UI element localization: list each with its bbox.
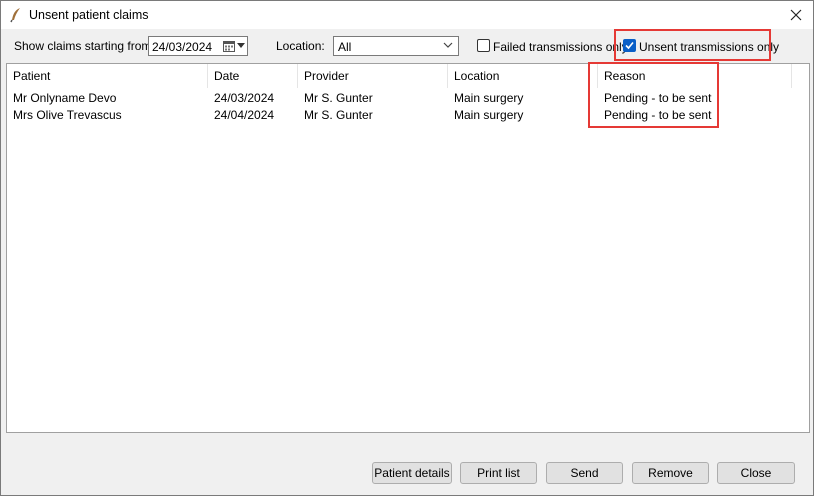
date-dropdown-arrow-icon[interactable] [237, 43, 245, 48]
quill-icon [9, 7, 23, 23]
start-date-picker[interactable]: 24/03/2024 [148, 36, 248, 56]
date-cell: 24/03/2024 [214, 91, 275, 105]
close-icon [790, 9, 802, 21]
date-cell: 24/04/2024 [214, 108, 275, 122]
unsent-claims-window: Unsent patient claims Show claims starti… [0, 0, 814, 496]
table-row[interactable]: Mr Onlyname Devo 24/03/2024 Mr S. Gunter… [7, 90, 809, 107]
send-button[interactable]: Send [546, 462, 623, 484]
title-bar: Unsent patient claims [1, 1, 813, 29]
reason-cell: Pending - to be sent [604, 91, 712, 105]
chevron-down-icon [443, 42, 453, 48]
window-title: Unsent patient claims [29, 8, 149, 22]
reason-cell: Pending - to be sent [604, 108, 712, 122]
table-header: Patient Date Provider Location Reason [7, 64, 809, 88]
close-window-button[interactable] [779, 1, 813, 29]
filter-toolbar: Show claims starting from: 24/03/2024 Lo… [1, 29, 813, 63]
patient-details-button[interactable]: Patient details [372, 462, 452, 484]
start-date-value: 24/03/2024 [152, 40, 213, 54]
location-select[interactable]: All [333, 36, 459, 56]
column-header-provider[interactable]: Provider [298, 64, 448, 88]
provider-cell: Mr S. Gunter [304, 108, 373, 122]
remove-button[interactable]: Remove [632, 462, 709, 484]
table-row[interactable]: Mrs Olive Trevascus 24/04/2024 Mr S. Gun… [7, 107, 809, 124]
column-header-patient[interactable]: Patient [7, 64, 208, 88]
column-header-location[interactable]: Location [448, 64, 598, 88]
column-header-date[interactable]: Date [208, 64, 298, 88]
location-label: Location: [276, 39, 325, 53]
calendar-icon[interactable] [223, 40, 235, 52]
checkmark-icon [625, 41, 634, 50]
location-cell: Main surgery [454, 91, 524, 105]
unsent-transmissions-label: Unsent transmissions only [639, 40, 780, 54]
unsent-transmissions-checkbox[interactable] [623, 39, 636, 52]
column-header-reason[interactable]: Reason [598, 64, 792, 88]
close-button[interactable]: Close [717, 462, 795, 484]
claims-table: Patient Date Provider Location Reason Mr… [6, 63, 810, 433]
start-date-label: Show claims starting from: [14, 39, 155, 53]
print-list-button[interactable]: Print list [460, 462, 537, 484]
failed-transmissions-label: Failed transmissions only [493, 40, 628, 54]
patient-cell: Mr Onlyname Devo [13, 91, 117, 105]
patient-cell: Mrs Olive Trevascus [13, 108, 122, 122]
location-value: All [338, 40, 352, 54]
provider-cell: Mr S. Gunter [304, 91, 373, 105]
location-cell: Main surgery [454, 108, 524, 122]
failed-transmissions-checkbox[interactable] [477, 39, 490, 52]
